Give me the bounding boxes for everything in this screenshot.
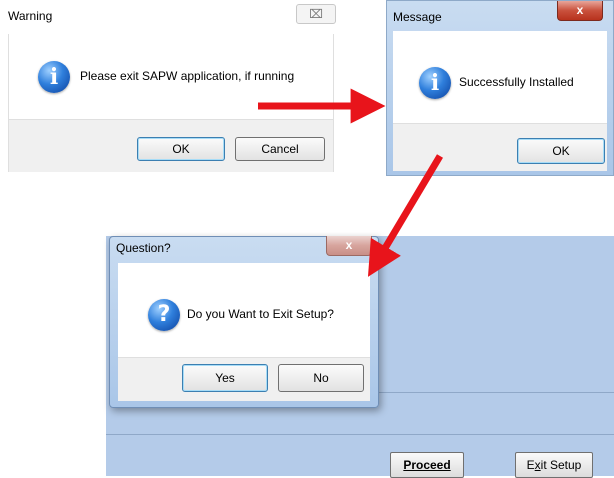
flow-arrows: [258, 88, 444, 277]
arrow-message-to-question: [367, 154, 444, 277]
